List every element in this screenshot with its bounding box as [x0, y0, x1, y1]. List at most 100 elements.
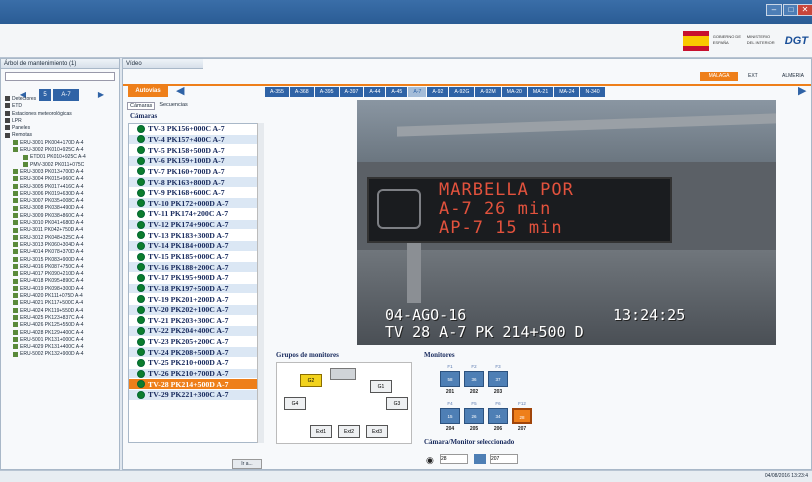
tree-item[interactable]: ETD01 PK010+925C A-4 — [1, 154, 119, 161]
tab-secuencias[interactable]: Secuencias — [159, 102, 187, 110]
minimize-button[interactable]: – — [766, 4, 782, 16]
camera-list-item[interactable]: TV-28 PK214+500D A-7 — [129, 379, 262, 391]
tab-almeria[interactable]: ALMERIA — [782, 72, 804, 81]
road-tab[interactable]: A-7 — [408, 87, 427, 97]
camera-list-scrollbar[interactable] — [257, 123, 264, 443]
camera-list-item[interactable]: TV-23 PK205+200C A-7 — [129, 337, 262, 348]
monitor-button[interactable]: 37 — [488, 371, 508, 387]
group-ext1-button[interactable]: Ext1 — [310, 425, 332, 438]
camera-list-item[interactable]: TV-16 PK188+200C A-7 — [129, 262, 262, 273]
tree-item[interactable]: ERU-4016 PK087+750C A-4 — [1, 264, 119, 271]
camera-list[interactable]: TV-3 PK156+000C A-7 TV-4 PK157+400C A-7 TV… — [128, 123, 263, 443]
camera-list-item[interactable]: TV-13 PK183+300D A-7 — [129, 230, 262, 242]
tree-item[interactable]: ERU-4024 PK119+550D A-4 — [1, 308, 119, 315]
camera-list-item[interactable]: TV-15 PK185+000C A-7 — [129, 252, 262, 263]
road-tab[interactable]: A-368 — [289, 87, 314, 97]
tab-ext[interactable]: EXT — [748, 72, 758, 81]
camera-list-item[interactable]: TV-3 PK156+000C A-7 — [129, 124, 262, 135]
roads-prev-icon[interactable]: ◀ — [176, 84, 184, 97]
camera-list-item[interactable]: TV-19 PK201+200D A-7 — [129, 294, 262, 305]
camera-list-item[interactable]: TV-8 PK163+800D A-7 — [129, 177, 262, 188]
camera-list-item[interactable]: TV-4 PK157+400C A-7 — [129, 134, 262, 146]
camera-list-item[interactable]: TV-24 PK208+500D A-7 — [129, 347, 262, 359]
road-tab[interactable]: A-395 — [314, 87, 339, 97]
tree-item[interactable]: Detectores — [1, 96, 119, 103]
tree-item[interactable]: ERU-4029 PK131+400C A-4 — [1, 344, 119, 351]
tree-item[interactable]: ERU-3010 PK041+680D A-4 — [1, 220, 119, 227]
camera-list-item[interactable]: TV-21 PK203+300C A-7 — [129, 316, 262, 327]
group-g1-button[interactable]: G1 — [370, 380, 392, 393]
tree-item[interactable]: ERU-3007 PK035+008C A-4 — [1, 198, 119, 205]
camera-list-item[interactable]: TV-6 PK159+100D A-7 — [129, 155, 262, 167]
camera-list-item[interactable]: TV-11 PK174+200C A-7 — [129, 209, 262, 220]
road-tab[interactable]: N-340 — [580, 87, 605, 97]
road-tab[interactable]: MA-21 — [527, 87, 554, 97]
camera-list-item[interactable]: TV-5 PK158+500D A-7 — [129, 145, 262, 156]
monitor-button[interactable]: 28 — [512, 408, 532, 424]
monitor-button[interactable]: 26 — [464, 408, 484, 424]
tree-item[interactable]: ERU-3001 PK004+170D A-4 — [1, 140, 119, 147]
tree-item[interactable]: ERU-3009 PK038+860C A-4 — [1, 213, 119, 220]
camera-video-feed[interactable]: MARBELLA POR A-7 26 min AP-7 15 min 04-A… — [357, 100, 776, 345]
tree-item[interactable]: ERU-4014 PK078+370D A-4 — [1, 249, 119, 256]
camera-list-item[interactable]: TV-9 PK168+600C A-7 — [129, 188, 262, 199]
road-tab[interactable]: A-92G — [449, 87, 475, 97]
tree-item[interactable]: ERU-3013 PK060+304D A-4 — [1, 242, 119, 249]
camera-list-item[interactable]: TV-18 PK197+500D A-7 — [129, 283, 262, 295]
camera-list-item[interactable]: TV-29 PK221+300C A-7 — [129, 390, 262, 401]
tree-item[interactable]: LPR — [1, 118, 119, 125]
close-button[interactable]: ✕ — [797, 4, 812, 16]
video-tab[interactable]: Vídeo — [123, 59, 203, 69]
tree-item[interactable]: PMV-3002 PK011+075C — [1, 162, 119, 169]
tree-search-input[interactable] — [5, 72, 115, 81]
tree-item[interactable]: ERU-5001 PK131+000C A-4 — [1, 337, 119, 344]
tree-item[interactable]: Estaciones meteorológicas — [1, 111, 119, 118]
tree-item[interactable]: ERU-3005 PK017+416C A-4 — [1, 184, 119, 191]
autovias-button[interactable]: Autovías — [128, 85, 168, 97]
camera-list-item[interactable]: TV-20 PK202+100C A-7 — [129, 304, 262, 316]
camera-list-item[interactable]: TV-17 PK195+900D A-7 — [129, 273, 262, 284]
tree-item[interactable]: ERU-4019 PK098+300D A-4 — [1, 286, 119, 293]
tree-item[interactable]: ERU-3011 PK042+750D A-4 — [1, 227, 119, 234]
tree-item[interactable]: ERU-3012 PK048+325C A-4 — [1, 235, 119, 242]
selected-monitor-field[interactable] — [490, 454, 518, 464]
monitor-button[interactable]: 34 — [488, 408, 508, 424]
road-tab[interactable]: MA-24 — [554, 87, 580, 97]
group-ext2-button[interactable]: Ext2 — [338, 425, 360, 438]
camera-list-item[interactable]: TV-12 PK174+900C A-7 — [129, 219, 262, 231]
maintenance-tree[interactable]: Detectores ETD Estaciones meteorológicas LP… — [1, 96, 119, 459]
group-g2-button[interactable]: G2 — [300, 374, 322, 387]
tree-item[interactable]: ERU-5002 PK132+900D A-4 — [1, 351, 119, 358]
camera-list-item[interactable]: TV-25 PK210+000D A-7 — [129, 358, 262, 369]
tree-item[interactable]: ERU-4026 PK125+550D A-4 — [1, 322, 119, 329]
camera-list-item[interactable]: TV-26 PK210+700D A-7 — [129, 368, 262, 380]
road-tab[interactable]: A-92 — [427, 87, 449, 97]
tree-item[interactable]: ERU-3008 PK038+490D A-4 — [1, 205, 119, 212]
tree-item[interactable]: ERU-4025 PK123+837C A-4 — [1, 315, 119, 322]
group-g3-button[interactable]: G3 — [386, 397, 408, 410]
tree-item[interactable]: ERU-3002 PK010+925C A-4 — [1, 147, 119, 154]
road-tab[interactable]: A-397 — [339, 87, 364, 97]
camera-list-item[interactable]: TV-10 PK172+000D A-7 — [129, 198, 262, 210]
roads-next-icon[interactable]: ▶ — [798, 84, 806, 97]
tree-item[interactable]: ERU-4021 PK117+500C A-4 — [1, 300, 119, 307]
road-tab[interactable]: A-355 — [265, 87, 289, 97]
tree-item[interactable]: ERU-4018 PK095+890C A-4 — [1, 278, 119, 285]
camera-list-item[interactable]: TV-7 PK160+700D A-7 — [129, 167, 262, 178]
tab-camaras[interactable]: Cámaras — [127, 102, 156, 110]
monitor-button[interactable]: 15 — [440, 408, 460, 424]
road-tab[interactable]: A-92M — [475, 87, 501, 97]
tree-item[interactable]: ERU-3015 PK083+900D A-4 — [1, 257, 119, 264]
tab-malaga[interactable]: MALAGA — [700, 72, 738, 81]
tree-item[interactable]: Remotas — [1, 132, 119, 139]
tree-item[interactable]: Paneles — [1, 125, 119, 132]
tree-item[interactable]: ETD — [1, 103, 119, 110]
tree-item[interactable]: ERU-3003 PK013+700D A-4 — [1, 169, 119, 176]
tree-item[interactable]: ERU-4028 PK129+400C A-4 — [1, 330, 119, 337]
group-g4-button[interactable]: G4 — [284, 397, 306, 410]
monitor-button[interactable]: 58 — [440, 371, 460, 387]
tree-item[interactable]: ERU-4017 PK090+210D A-4 — [1, 271, 119, 278]
road-tab[interactable]: A-45 — [386, 87, 408, 97]
road-tab[interactable]: MA-20 — [501, 87, 527, 97]
tree-item[interactable]: ERU-4020 PK111+075D A-4 — [1, 293, 119, 300]
